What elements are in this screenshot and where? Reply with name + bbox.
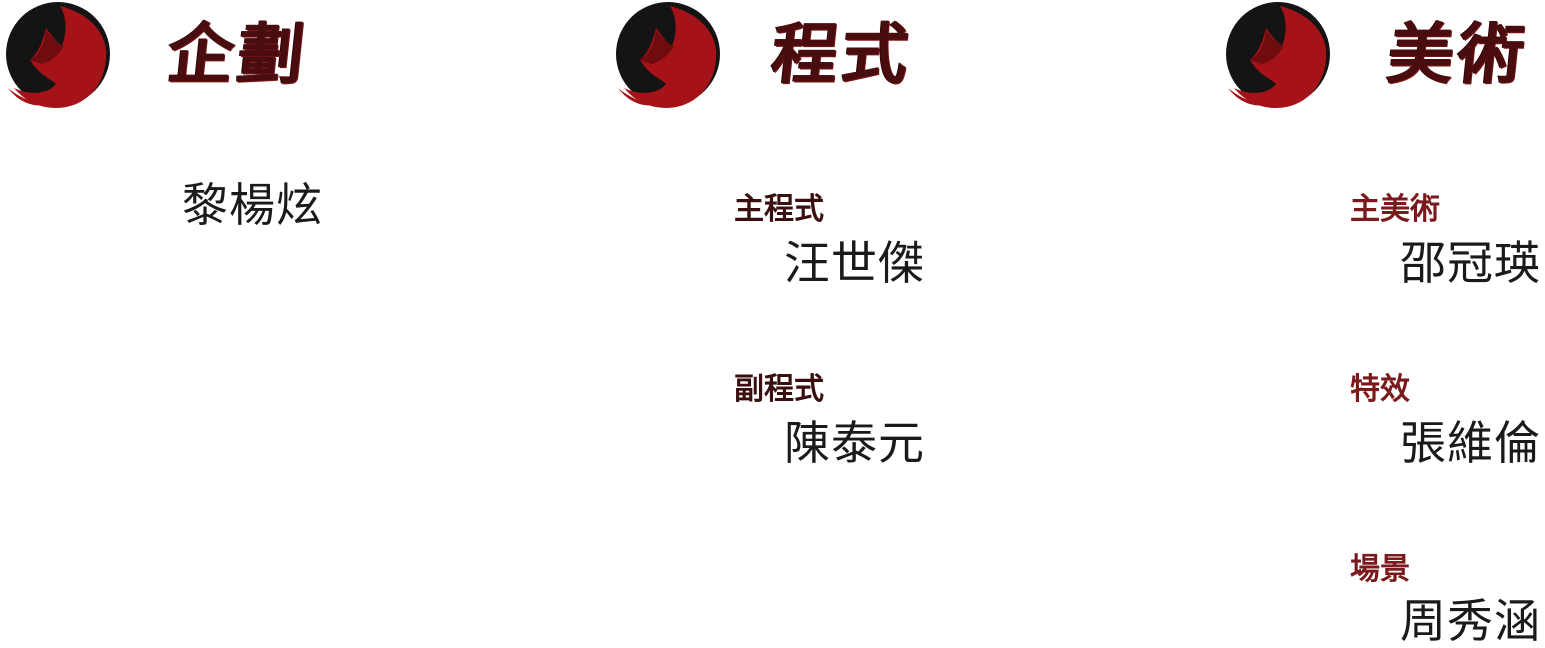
person-name: 邵冠瑛 xyxy=(1400,236,1541,290)
person-name: 黎楊炫 xyxy=(182,178,323,232)
section-title: 企劃 xyxy=(163,15,313,93)
person-name: 陳泰元 xyxy=(784,416,925,470)
role-label: 主程式 xyxy=(734,192,824,227)
role-label: 特效 xyxy=(1350,372,1410,407)
role-label: 副程式 xyxy=(734,372,824,407)
role-label: 場景 xyxy=(1350,552,1410,587)
role-label: 主美術 xyxy=(1350,192,1440,227)
fox-emblem-icon xyxy=(616,2,720,108)
person-name: 張維倫 xyxy=(1400,416,1541,470)
fox-emblem-icon xyxy=(6,2,110,108)
section-planning: 企劃 黎楊炫 xyxy=(0,0,520,646)
person-name: 周秀涵 xyxy=(1400,594,1541,648)
person-name: 汪世傑 xyxy=(784,236,925,290)
section-programming: 程式 主程式 汪世傑 副程式 陳泰元 xyxy=(610,0,1130,646)
section-art: 美術 主美術 邵冠瑛 特效 張維倫 場景 周秀涵 xyxy=(1220,0,1545,648)
section-title: 程式 xyxy=(767,15,917,93)
fox-emblem-icon xyxy=(1226,2,1330,108)
section-title: 美術 xyxy=(1383,15,1533,93)
